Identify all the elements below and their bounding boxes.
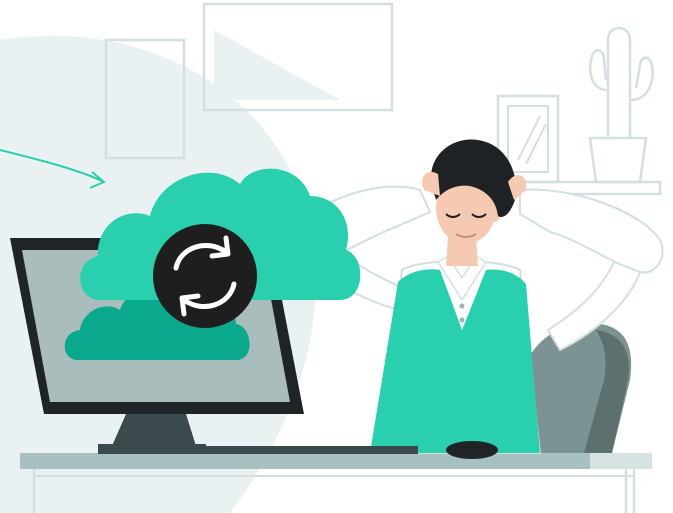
illustration-svg bbox=[0, 2, 664, 513]
wall-frame-large-shade bbox=[214, 30, 340, 100]
cactus-plant bbox=[589, 26, 654, 138]
monitor-stand bbox=[112, 414, 196, 446]
right-arm bbox=[519, 188, 664, 274]
illustration-scene bbox=[0, 0, 673, 513]
shirt-button-2 bbox=[459, 317, 465, 323]
keyboard bbox=[160, 446, 418, 454]
desk-top bbox=[20, 453, 652, 469]
sync-badge bbox=[153, 224, 257, 328]
cactus-pot bbox=[588, 136, 648, 184]
photo-frame-shine bbox=[517, 115, 547, 165]
desk-top-highlight bbox=[590, 453, 652, 469]
shirt-button-1 bbox=[459, 303, 465, 309]
computer-mouse bbox=[446, 441, 498, 459]
